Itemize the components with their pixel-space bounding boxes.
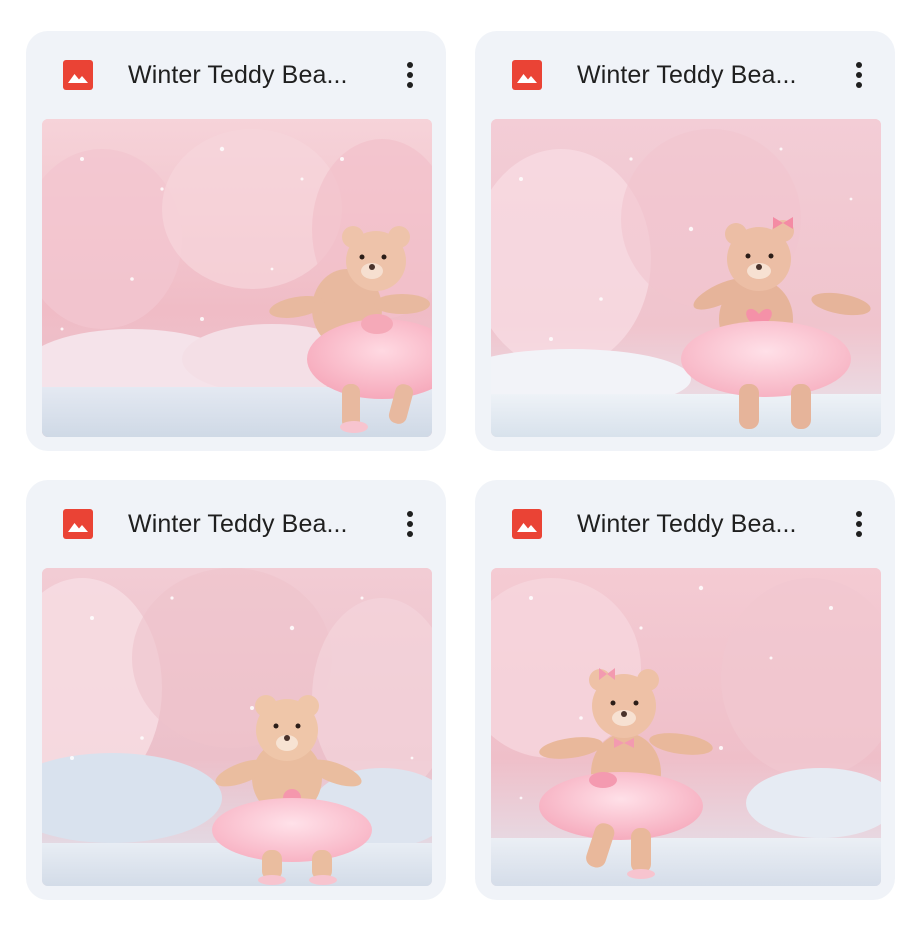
image-file-icon (63, 60, 93, 90)
more-options-button[interactable] (390, 55, 430, 95)
teddy-bear-image (491, 119, 881, 437)
more-vert-icon (407, 62, 413, 88)
more-options-button[interactable] (390, 504, 430, 544)
file-thumbnail[interactable] (491, 568, 881, 886)
file-thumbnail[interactable] (491, 119, 881, 437)
file-card[interactable]: Winter Teddy Bea... (475, 31, 895, 451)
image-file-icon (512, 509, 542, 539)
more-vert-icon (856, 511, 862, 537)
file-card-header: Winter Teddy Bea... (26, 31, 446, 119)
file-card[interactable]: Winter Teddy Bea... (475, 480, 895, 900)
file-grid: Winter Teddy Bea... Winter Teddy Bea... … (0, 0, 922, 938)
file-card[interactable]: Winter Teddy Bea... (26, 31, 446, 451)
file-card-header: Winter Teddy Bea... (475, 480, 895, 568)
teddy-bear-image (42, 568, 432, 886)
image-file-icon (63, 509, 93, 539)
file-thumbnail[interactable] (42, 119, 432, 437)
teddy-bear-image (42, 119, 432, 437)
file-card-header: Winter Teddy Bea... (475, 31, 895, 119)
teddy-bear-image (491, 568, 881, 886)
more-vert-icon (407, 511, 413, 537)
file-title[interactable]: Winter Teddy Bea... (128, 59, 368, 91)
file-card-header: Winter Teddy Bea... (26, 480, 446, 568)
file-title[interactable]: Winter Teddy Bea... (128, 508, 368, 540)
file-card[interactable]: Winter Teddy Bea... (26, 480, 446, 900)
more-options-button[interactable] (839, 504, 879, 544)
file-title[interactable]: Winter Teddy Bea... (577, 59, 817, 91)
more-vert-icon (856, 62, 862, 88)
more-options-button[interactable] (839, 55, 879, 95)
image-file-icon (512, 60, 542, 90)
file-thumbnail[interactable] (42, 568, 432, 886)
file-title[interactable]: Winter Teddy Bea... (577, 508, 817, 540)
